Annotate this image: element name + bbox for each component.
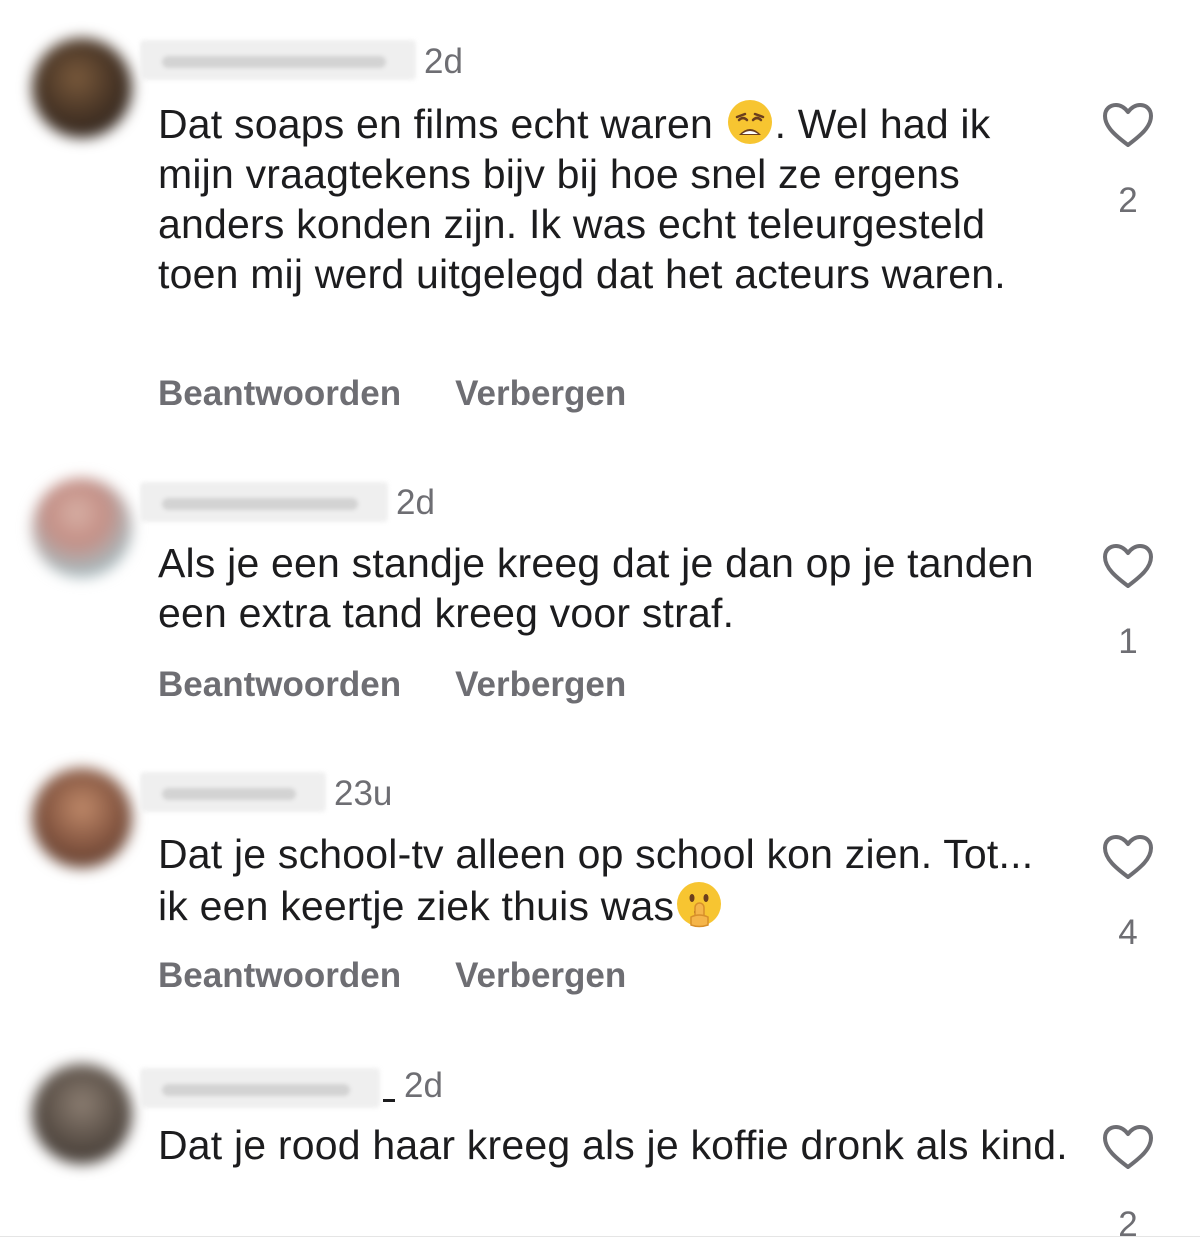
heart-outline-icon[interactable] xyxy=(1102,834,1154,880)
comment-time: 23u xyxy=(334,774,393,813)
username-blurred[interactable] xyxy=(140,482,388,522)
hide-button[interactable]: Verbergen xyxy=(455,954,626,998)
username-blurred[interactable] xyxy=(140,772,326,812)
hide-button[interactable]: Verbergen xyxy=(455,663,626,707)
avatar[interactable] xyxy=(32,768,132,868)
like-count: 1 xyxy=(1118,622,1138,661)
reply-button[interactable]: Beantwoorden xyxy=(158,954,401,998)
comment-text: Dat soaps en films echt waren . Wel had … xyxy=(158,97,1068,299)
shushing-face-emoji xyxy=(677,882,722,928)
like-count: 4 xyxy=(1118,913,1138,952)
avatar[interactable] xyxy=(32,478,132,578)
reply-button[interactable]: Beantwoorden xyxy=(158,372,401,416)
heart-outline-icon[interactable] xyxy=(1102,1124,1154,1170)
comment-text-part: Dat je school-tv alleen op school kon zi… xyxy=(158,831,1034,929)
comment-text: Dat je rood haar kreeg als je koffie dro… xyxy=(158,1122,1068,1168)
comment-text: Als je een standje kreeg dat je dan op j… xyxy=(158,540,1034,636)
avatar[interactable] xyxy=(32,38,132,138)
comment-actions: Beantwoorden Verbergen xyxy=(158,663,626,707)
comment-time: 2d xyxy=(404,1066,443,1105)
username-blurred[interactable] xyxy=(140,40,416,80)
hide-button[interactable]: Verbergen xyxy=(455,372,626,416)
username-underscore xyxy=(383,1099,395,1102)
heart-outline-icon[interactable] xyxy=(1102,102,1154,148)
comment-actions: Beantwoorden Verbergen xyxy=(158,954,626,998)
heart-outline-icon[interactable] xyxy=(1102,543,1154,589)
comment-actions: Beantwoorden Verbergen xyxy=(158,372,626,416)
comment-text-part: Dat soaps en films echt waren xyxy=(158,101,725,147)
comment-time: 2d xyxy=(396,483,435,522)
divider xyxy=(0,1236,1200,1237)
weary-face-emoji xyxy=(727,100,772,144)
comment-time: 2d xyxy=(424,42,463,81)
avatar[interactable] xyxy=(32,1064,132,1164)
username-blurred[interactable] xyxy=(140,1068,380,1108)
reply-button[interactable]: Beantwoorden xyxy=(158,663,401,707)
comment-text: Dat je school-tv alleen op school kon zi… xyxy=(158,829,1068,931)
like-count: 2 xyxy=(1118,181,1138,220)
like-count: 2 xyxy=(1118,1205,1138,1244)
